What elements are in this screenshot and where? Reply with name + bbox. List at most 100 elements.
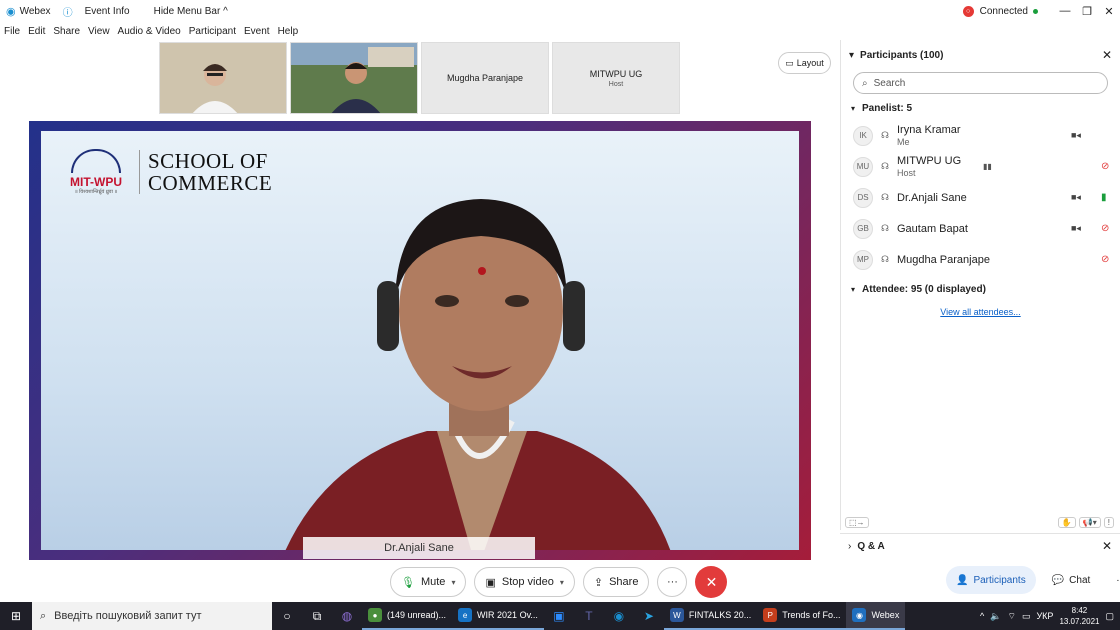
tray-chevron-up-icon[interactable]: ^ <box>980 611 984 621</box>
participants-toggle-button[interactable]: 👤 Participants <box>946 566 1036 594</box>
taskbar-app-edge[interactable]: e WIR 2021 Ov... <box>452 602 544 630</box>
headset-icon: ☊ <box>881 254 889 264</box>
raise-hand-icon[interactable]: ✋ <box>1057 516 1076 528</box>
task-view-icon[interactable]: ⧉ <box>302 609 332 624</box>
chat-toggle-label: Chat <box>1069 574 1091 586</box>
school-brand: MIT-WPU ॥ विश्वशान्तिर्ध्रुवं ध्रुवा ॥ S… <box>61 149 272 195</box>
telegram-icon[interactable]: ➤ <box>634 609 664 623</box>
participant-name: Gautam Bapat <box>897 222 968 235</box>
video-camera-icon: ▣ <box>485 576 496 589</box>
participant-video-icon <box>160 43 286 113</box>
thumbnail-video-2[interactable] <box>290 42 418 114</box>
cortana-icon[interactable]: ○ <box>272 609 302 623</box>
video-camera-icon: ■◂ <box>1071 130 1081 140</box>
share-button[interactable]: ⇪ Share <box>582 567 650 597</box>
thumbnail-video-1[interactable] <box>159 42 287 114</box>
participant-row[interactable]: GB ☊ Gautam Bapat ■◂ ⊘ <box>841 213 1120 244</box>
share-label: Share <box>609 576 639 588</box>
menu-view[interactable]: View <box>88 26 110 37</box>
participant-row[interactable]: MP ☊ Mugdha Paranjape ⊘ <box>841 244 1120 275</box>
close-window-icon[interactable]: ✕ <box>1098 5 1120 18</box>
active-microphone-icon: ▮ <box>1101 192 1107 203</box>
chevron-down-icon[interactable]: ▾ <box>560 578 564 587</box>
hide-menu-bar-button[interactable]: Hide Menu Bar ^ <box>154 6 228 17</box>
taskbar-app-webex[interactable]: ◉ Webex <box>846 602 906 630</box>
participant-name-block: MITWPU UG Host <box>897 155 961 179</box>
participant-search-input[interactable]: ⌕ Search <box>853 72 1108 94</box>
more-panels-button[interactable]: ··· <box>1106 566 1120 594</box>
announce-icon[interactable]: 📢▾ <box>1078 516 1101 528</box>
menu-audio-video[interactable]: Audio & Video <box>118 26 181 37</box>
taskbar-app-label: FINTALKS 20... <box>688 610 752 620</box>
speaker-name-tag: Dr.Anjali Sane <box>303 537 535 559</box>
headset-icon: ☊ <box>881 161 889 171</box>
layout-icon: ▭ <box>785 57 794 68</box>
viber-icon[interactable]: ◍ <box>332 609 362 623</box>
participant-row[interactable]: DS ☊ Dr.Anjali Sane ■◂ ▮ <box>841 182 1120 213</box>
menu-help[interactable]: Help <box>278 26 299 37</box>
meeting-controls: 🎙 Mute ▾ ▣ Stop video ▾ ⇪ Share ··· ✕ <box>390 566 728 598</box>
restore-icon[interactable]: ❐ <box>1076 5 1098 18</box>
mute-button[interactable]: 🎙 Mute ▾ <box>390 567 467 597</box>
chat-toggle-button[interactable]: 💬 Chat <box>1042 566 1101 594</box>
chat-icon: 💬 <box>1051 574 1065 586</box>
menu-share[interactable]: Share <box>53 26 80 37</box>
keyboard-language[interactable]: УКР <box>1036 611 1053 621</box>
chevron-down-icon[interactable]: ▾ <box>451 578 455 587</box>
participant-thumbnails: Mugdha Paranjape MITWPU UG Host <box>159 42 680 114</box>
alert-icon[interactable]: ! <box>1103 516 1114 528</box>
volume-icon[interactable]: 🔈 <box>990 611 1001 622</box>
edge-icon: e <box>458 608 473 622</box>
main-speaker-video[interactable]: MIT-WPU ॥ विश्वशान्तिर्ध्रुवं ध्रुवा ॥ S… <box>29 121 811 560</box>
brand-tagline: ॥ विश्वशान्तिर्ध्रुवं ध्रुवा ॥ <box>74 189 118 195</box>
battery-icon[interactable]: ▭ <box>1022 611 1031 622</box>
network-icon[interactable]: ⌔ <box>1007 611 1015 622</box>
panelist-section-header[interactable]: ▾ Panelist: 5 <box>841 96 1120 120</box>
participant-row[interactable]: MU ☊ MITWPU UG Host ▮▮ ⊘ <box>841 151 1120 182</box>
avatar: DS <box>853 187 873 208</box>
windows-start-icon[interactable]: ⊞ <box>0 609 32 623</box>
participants-header: ▾ Participants (100) ✕ <box>841 40 1120 70</box>
leave-meeting-button[interactable]: ✕ <box>695 566 728 598</box>
attendee-section-header[interactable]: ▾ Attendee: 95 (0 displayed) <box>841 277 1120 301</box>
taskbar-app-chrome[interactable]: ● (149 unread)... <box>362 602 453 630</box>
event-info-icon[interactable]: ⓘ <box>63 4 73 19</box>
close-qa-icon[interactable]: ✕ <box>1102 539 1112 553</box>
video-camera-icon: ■◂ <box>1071 192 1081 202</box>
menu-edit[interactable]: Edit <box>28 26 45 37</box>
taskbar-app-powerpoint[interactable]: P Trends of Fo... <box>757 602 847 630</box>
taskbar-app-label: Webex <box>871 610 900 620</box>
zoom-icon[interactable]: ▣ <box>544 609 574 623</box>
thumbnail-mugdha[interactable]: Mugdha Paranjape <box>421 42 549 114</box>
event-info-button[interactable]: Event Info <box>85 6 130 17</box>
qa-panel-header[interactable]: › Q & A ✕ <box>840 533 1120 558</box>
taskbar-app-label: (149 unread)... <box>387 610 447 620</box>
thumbnail-mitwpu[interactable]: MITWPU UG Host <box>552 42 680 114</box>
view-all-attendees-link[interactable]: View all attendees... <box>841 307 1120 317</box>
brand-divider <box>139 150 140 194</box>
avatar: MU <box>853 156 873 177</box>
close-panel-icon[interactable]: ✕ <box>1102 48 1112 62</box>
chevron-down-icon[interactable]: ▾ <box>849 50 854 61</box>
stop-video-button[interactable]: ▣ Stop video ▾ <box>474 567 575 597</box>
webex-logo-icon: ◉ <box>6 5 16 18</box>
taskbar-app-word[interactable]: W FINTALKS 20... <box>663 602 758 630</box>
expand-panel-icon[interactable]: ⬚→ <box>845 516 869 528</box>
more-options-button[interactable]: ··· <box>657 567 688 597</box>
dome-icon <box>71 149 121 173</box>
participant-row[interactable]: IK ☊ Iryna Kramar Me ■◂ <box>841 120 1120 151</box>
microphone-icon: 🎙 <box>401 576 415 589</box>
clock-time: 8:42 <box>1071 606 1088 615</box>
menu-event[interactable]: Event <box>244 26 270 37</box>
teams-icon[interactable]: T <box>574 609 604 623</box>
menu-participant[interactable]: Participant <box>189 26 236 37</box>
taskbar-search-input[interactable]: ⌕ Введіть пошуковий запит тут <box>32 602 272 630</box>
more-icon: ··· <box>666 576 678 588</box>
minimize-icon[interactable]: — <box>1054 5 1076 17</box>
notifications-icon[interactable]: ▢ <box>1105 611 1114 622</box>
system-clock[interactable]: 8:42 13.07.2021 <box>1059 605 1099 627</box>
connection-status[interactable]: Connected <box>980 6 1028 17</box>
layout-button[interactable]: ▭ Layout <box>778 52 831 74</box>
menu-file[interactable]: File <box>4 26 20 37</box>
webex-meetings-icon[interactable]: ◉ <box>604 609 634 623</box>
